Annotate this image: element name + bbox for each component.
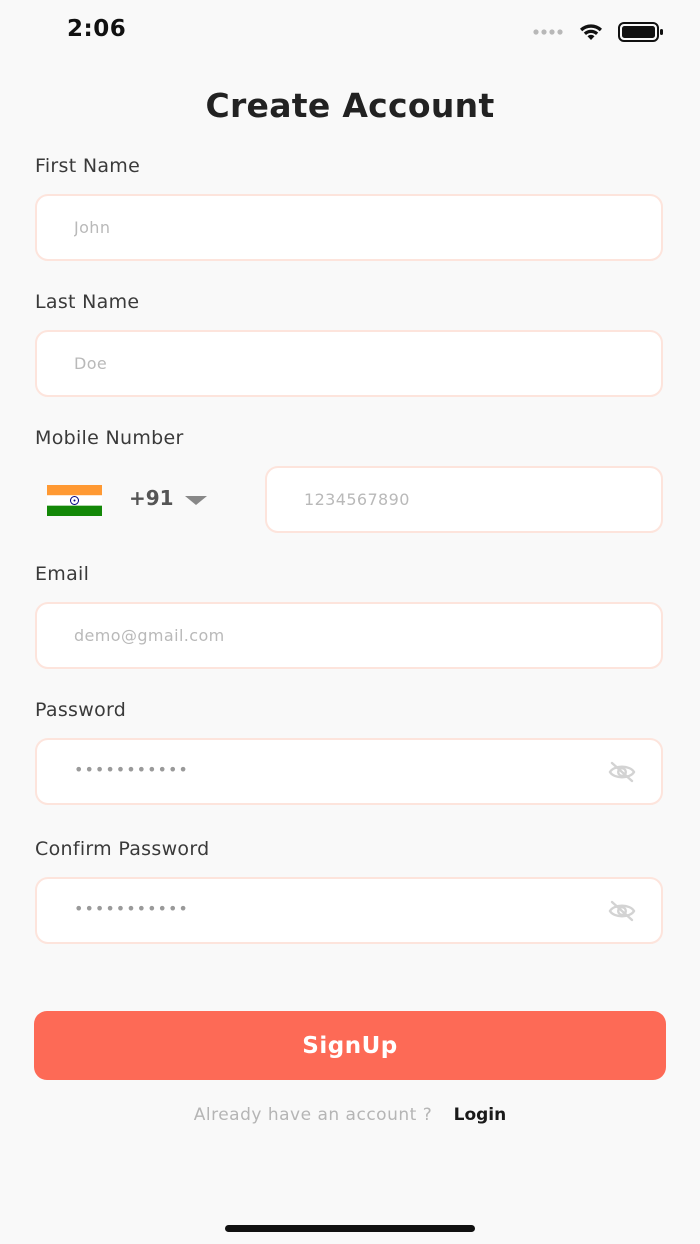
status-icons [532, 22, 664, 42]
first-name-input[interactable] [74, 196, 594, 259]
country-code-selector[interactable]: +91 [35, 466, 235, 533]
confirm-password-label: Confirm Password [35, 838, 210, 860]
page-title: Create Account [205, 86, 495, 125]
cellular-signal-icon [533, 29, 563, 35]
email-input[interactable] [74, 604, 594, 667]
mobile-number-input[interactable] [304, 468, 644, 531]
eye-off-icon[interactable] [608, 899, 636, 923]
confirm-password-field[interactable]: ••••••••••• [35, 877, 663, 944]
email-field-container [35, 602, 663, 669]
login-prompt: Already have an account ? Login [0, 1105, 700, 1125]
password-label: Password [35, 699, 127, 721]
last-name-field-container [35, 330, 663, 397]
india-flag-icon [47, 485, 102, 516]
chevron-down-icon [185, 496, 207, 505]
confirm-password-masked-value: ••••••••••• [74, 899, 189, 918]
eye-off-icon[interactable] [608, 760, 636, 784]
password-masked-value: ••••••••••• [74, 760, 189, 779]
mobile-number-label: Mobile Number [35, 427, 184, 449]
last-name-input[interactable] [74, 332, 594, 395]
status-time: 2:06 [67, 16, 127, 42]
country-code: +91 [129, 486, 174, 510]
last-name-label: Last Name [35, 291, 140, 313]
mobile-field-container [265, 466, 663, 533]
first-name-label: First Name [35, 155, 141, 177]
password-field[interactable]: ••••••••••• [35, 738, 663, 805]
email-label: Email [35, 563, 90, 585]
first-name-field-container [35, 194, 663, 261]
login-link[interactable]: Login [454, 1105, 507, 1125]
wifi-icon [580, 24, 602, 40]
status-bar: 2:06 [0, 0, 700, 62]
home-indicator [225, 1225, 475, 1232]
battery-icon [618, 22, 663, 42]
signup-button[interactable]: SignUp [34, 1011, 666, 1080]
already-have-account-text: Already have an account ? [193, 1105, 433, 1125]
